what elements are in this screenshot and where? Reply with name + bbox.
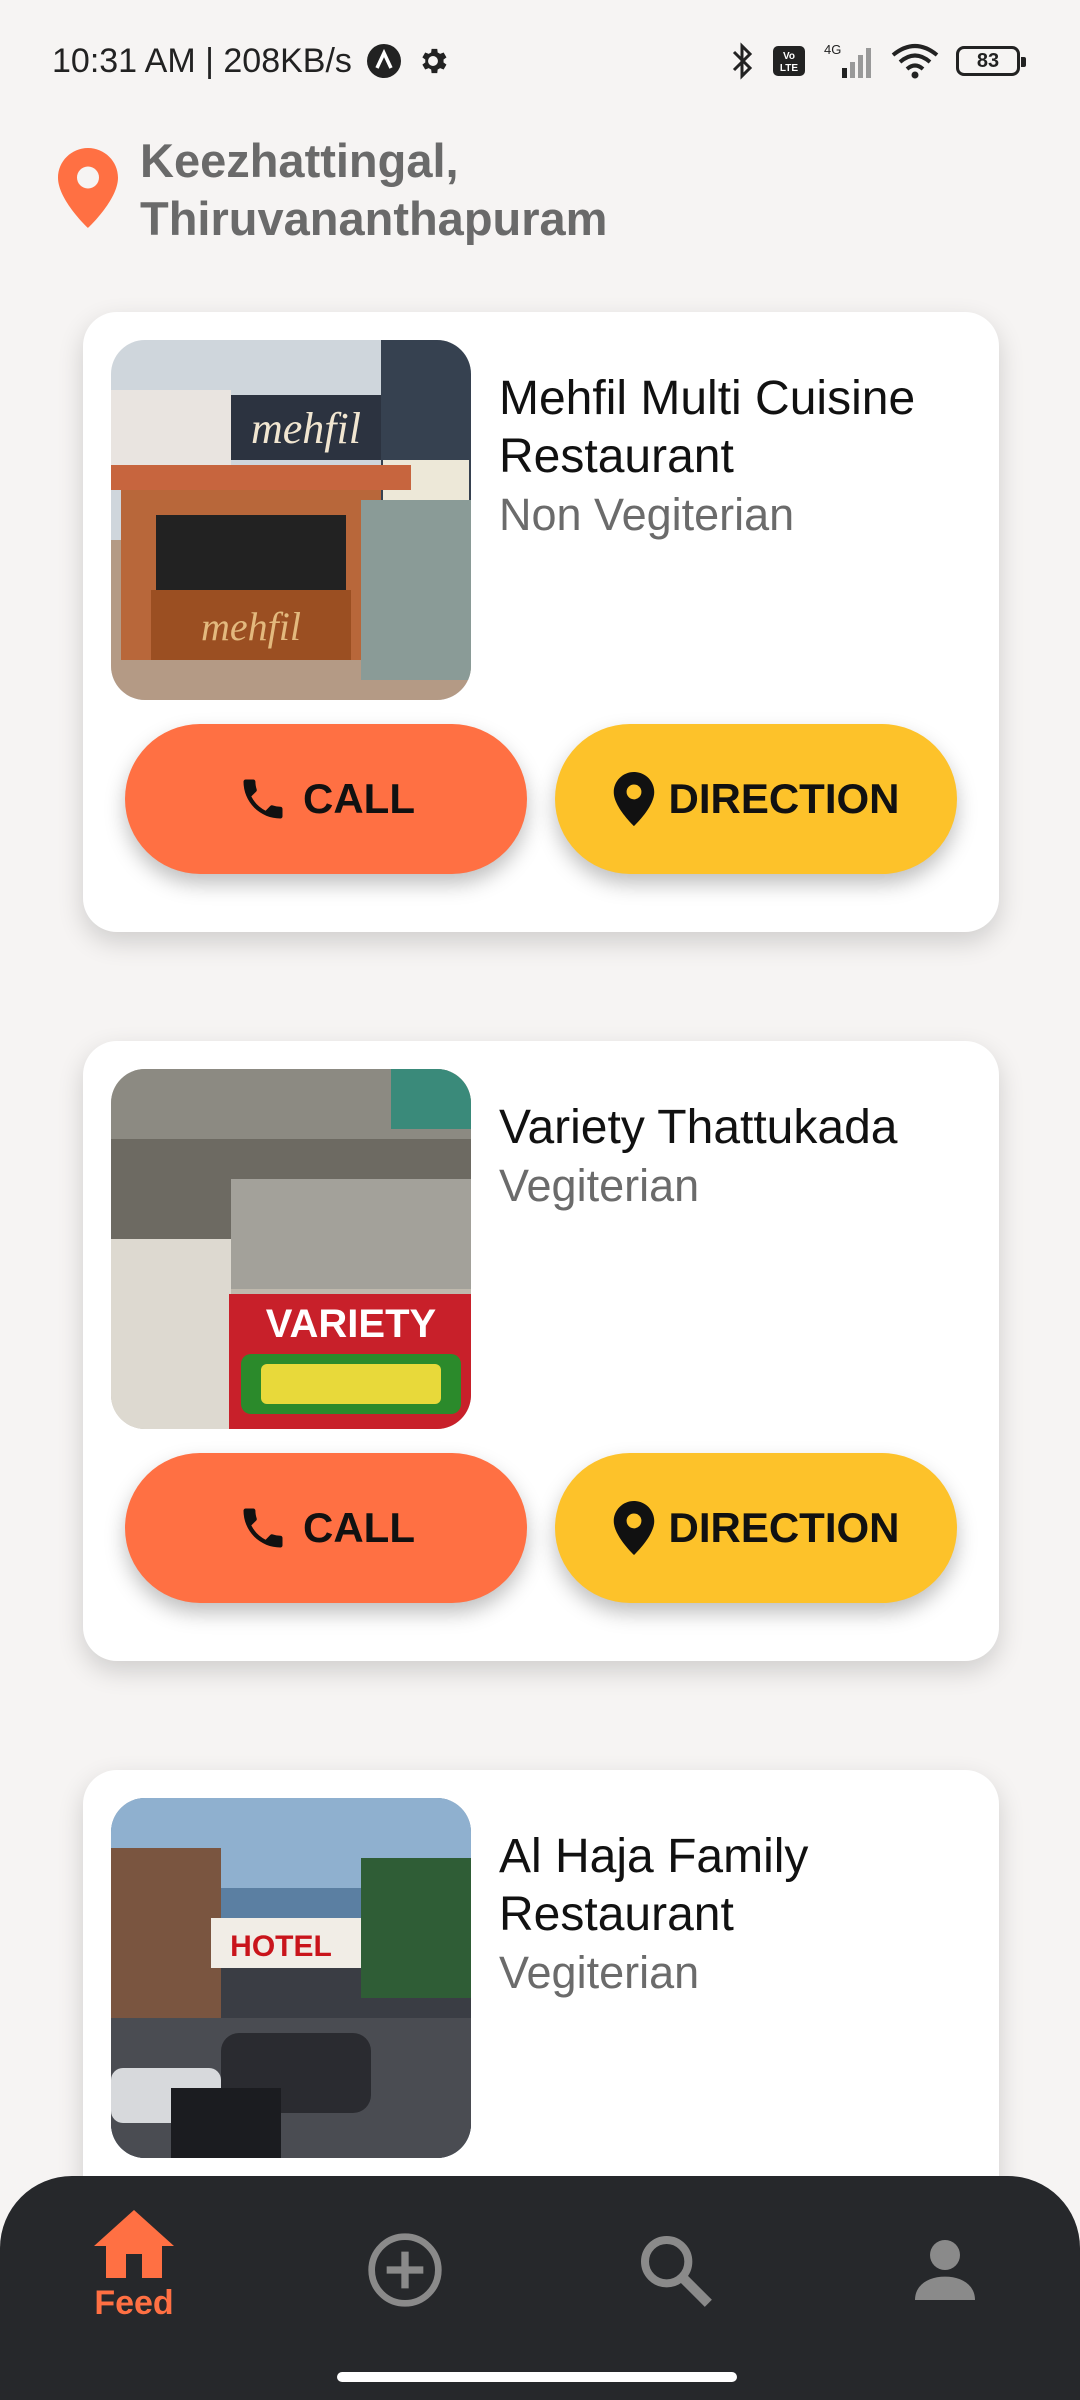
signal-4g-icon: 4G [822, 42, 874, 80]
app-notification-icon [366, 43, 402, 79]
restaurant-info: Al Haja Family Restaurant Vegiterian [499, 1828, 969, 2002]
bluetooth-icon [730, 42, 756, 80]
restaurant-photo: HOTEL [111, 1798, 471, 2158]
nav-label-feed: Feed [94, 2284, 174, 2322]
restaurant-card[interactable]: VARIETY Variety Thattukada Vegiterian CA… [83, 1041, 999, 1661]
sign-text: VARIETY [266, 1302, 437, 1346]
nav-item-profile[interactable] [845, 2210, 1045, 2340]
call-label: CALL [303, 775, 415, 822]
nav-item-feed[interactable]: Feed [34, 2210, 234, 2340]
location-text: Keezhattingal, Thiruvananthapuram [140, 132, 607, 248]
svg-text:LTE: LTE [780, 63, 798, 74]
sign-text: mehfil [251, 404, 361, 453]
status-left: 10:31 AM | 208KB/s [52, 42, 450, 81]
volte-icon: Vo LTE [772, 45, 806, 77]
home-indicator[interactable] [337, 2372, 737, 2382]
home-icon [94, 2210, 174, 2278]
wifi-icon [890, 42, 940, 80]
direction-label: DIRECTION [668, 775, 900, 822]
battery-indicator: 83 [956, 46, 1026, 76]
restaurant-info: Mehfil Multi Cuisine Restaurant Non Vegi… [499, 370, 969, 544]
nav-item-add[interactable] [305, 2210, 505, 2340]
search-icon [641, 2236, 712, 2307]
restaurant-type: Non Vegiterian [499, 489, 795, 540]
restaurant-name: Variety Thattukada [499, 1101, 898, 1154]
bottom-navigation: Feed [0, 2176, 1080, 2400]
restaurant-type: Vegiterian [499, 1160, 700, 1211]
restaurant-photo: mehfil mehfil [111, 340, 471, 700]
phone-icon [243, 1508, 283, 1548]
location-header[interactable]: Keezhattingal, Thiruvananthapuram [58, 130, 1018, 250]
status-bar: 10:31 AM | 208KB/s Vo LTE 4G 83 [0, 0, 1080, 122]
svg-text:Vo: Vo [783, 51, 795, 62]
sign-text: HOTEL [230, 1930, 332, 1963]
phone-icon [243, 779, 283, 819]
location-pin-icon [613, 772, 654, 826]
call-button[interactable]: CALL [125, 1453, 527, 1603]
settings-gear-icon [416, 44, 450, 78]
nav-item-search[interactable] [575, 2210, 775, 2340]
profile-icon [915, 2240, 975, 2300]
call-button[interactable]: CALL [125, 724, 527, 874]
restaurant-type: Vegiterian [499, 1947, 700, 1998]
network-label: 4G [824, 42, 841, 57]
status-time: 10:31 AM | 208KB/s [52, 41, 352, 80]
direction-button[interactable]: DIRECTION [555, 1453, 957, 1603]
restaurant-info: Variety Thattukada Vegiterian [499, 1099, 969, 1215]
status-right: Vo LTE 4G 83 [730, 42, 1026, 80]
location-line2: Thiruvananthapuram [140, 192, 608, 245]
location-line1: Keezhattingal, [140, 134, 459, 187]
call-label: CALL [303, 1504, 415, 1551]
direction-button[interactable]: DIRECTION [555, 724, 957, 874]
restaurant-name: Al Haja Family Restaurant [499, 1830, 809, 1941]
restaurant-name: Mehfil Multi Cuisine Restaurant [499, 372, 916, 483]
location-pin-icon [58, 147, 118, 234]
location-pin-icon [613, 1501, 654, 1555]
restaurant-photo: VARIETY [111, 1069, 471, 1429]
restaurant-card[interactable]: mehfil mehfil Mehfil Multi Cuisine Resta… [83, 312, 999, 932]
add-circle-icon [368, 2233, 442, 2307]
sign-text-counter: mehfil [201, 604, 301, 649]
direction-label: DIRECTION [668, 1504, 900, 1551]
